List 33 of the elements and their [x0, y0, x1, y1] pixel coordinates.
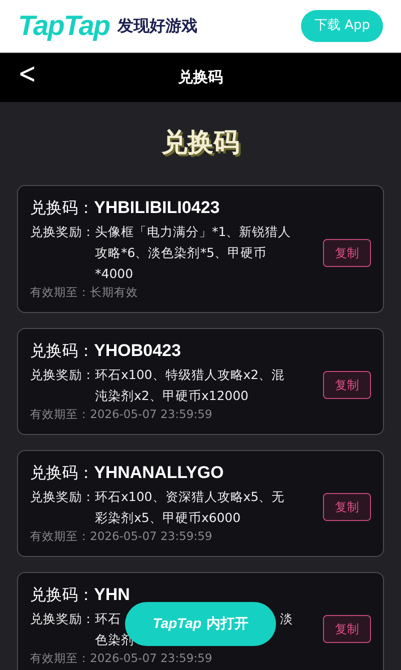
reward-text: 环石 [95, 611, 121, 626]
copy-button[interactable]: 复制 [323, 371, 371, 399]
code-value: YHOB0423 [94, 340, 181, 362]
code-value: YHNANALLYGO [94, 462, 224, 484]
expiry-label: 有效期至： [30, 406, 90, 422]
code-label: 兑换码： [30, 462, 94, 484]
copy-button[interactable]: 复制 [323, 615, 371, 643]
reward-label: 兑换奖励： [30, 610, 95, 628]
copy-button[interactable]: 复制 [323, 238, 371, 266]
expiry-date: 2026-05-07 23:59:59 [90, 650, 212, 666]
expiry-label: 有效期至： [30, 284, 90, 300]
reward-label: 兑换奖励： [30, 366, 95, 384]
expiry-label: 有效期至： [30, 528, 90, 544]
expiry-date: 长期有效 [90, 284, 138, 300]
expiry-date: 2026-05-07 23:59:59 [90, 528, 212, 544]
reward-text: 淡 [280, 611, 293, 626]
expiry-label: 有效期至： [30, 650, 90, 666]
code-value: YHBILIBILI0423 [94, 197, 220, 219]
code-label: 兑换码： [30, 584, 94, 606]
page-title: 兑换码 [178, 67, 223, 88]
slogan: 发现好游戏 [117, 15, 198, 37]
code-label: 兑换码： [30, 340, 94, 362]
reward-text: 环石x100、特级猎人攻略x2、混沌染剂x2、甲硬币x12000 [95, 367, 285, 403]
expiry-date: 2026-05-07 23:59:59 [90, 406, 212, 422]
reward-label: 兑换奖励： [30, 223, 95, 241]
reward-label: 兑换奖励： [30, 488, 95, 506]
code-label: 兑换码： [30, 197, 94, 219]
logo: TapTap [18, 9, 110, 43]
back-button[interactable]: < [12, 52, 42, 98]
copy-button[interactable]: 复制 [323, 493, 371, 521]
heading: 兑换码 [162, 127, 240, 160]
reward-text: 头像框「电力满分」*1、新锐猎人攻略*6、淡色染剂*5、甲硬币*4000 [95, 224, 292, 281]
reward-text: 环石x100、资深猎人攻略x5、无彩染剂x5、甲硬币x6000 [95, 489, 285, 525]
